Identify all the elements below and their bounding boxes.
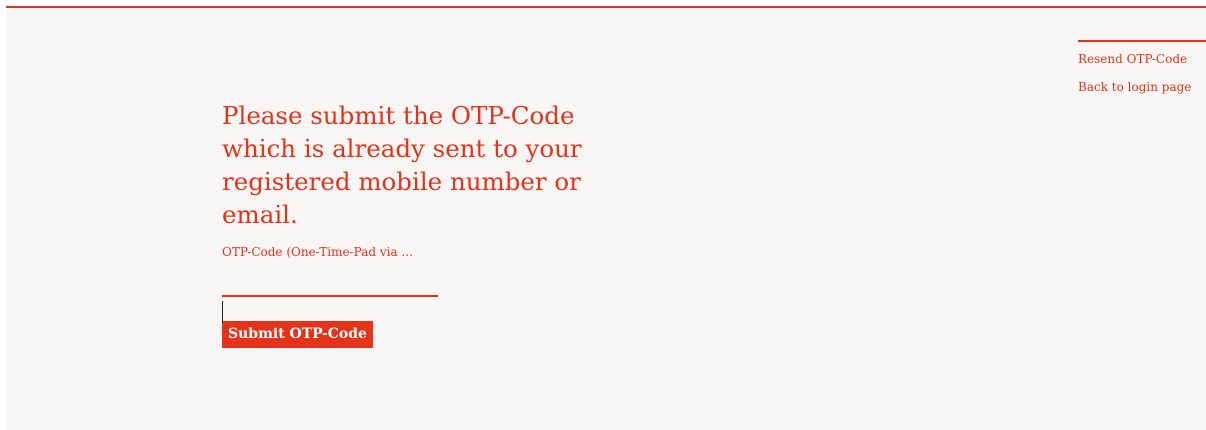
text-cursor xyxy=(222,301,223,323)
side-links: Resend OTP-Code Back to login page xyxy=(1078,40,1206,108)
otp-form: Please submit the OTP-Code which is alre… xyxy=(222,99,602,348)
resend-otp-link[interactable]: Resend OTP-Code xyxy=(1078,52,1206,66)
otp-input[interactable] xyxy=(222,269,438,297)
submit-otp-button[interactable]: Submit OTP-Code xyxy=(222,321,373,348)
otp-field-label: OTP-Code (One-Time-Pad via ... xyxy=(222,245,413,259)
page-title: Please submit the OTP-Code which is alre… xyxy=(222,101,582,229)
page-container: Resend OTP-Code Back to login page Pleas… xyxy=(6,6,1206,430)
back-to-login-link[interactable]: Back to login page xyxy=(1078,80,1206,94)
